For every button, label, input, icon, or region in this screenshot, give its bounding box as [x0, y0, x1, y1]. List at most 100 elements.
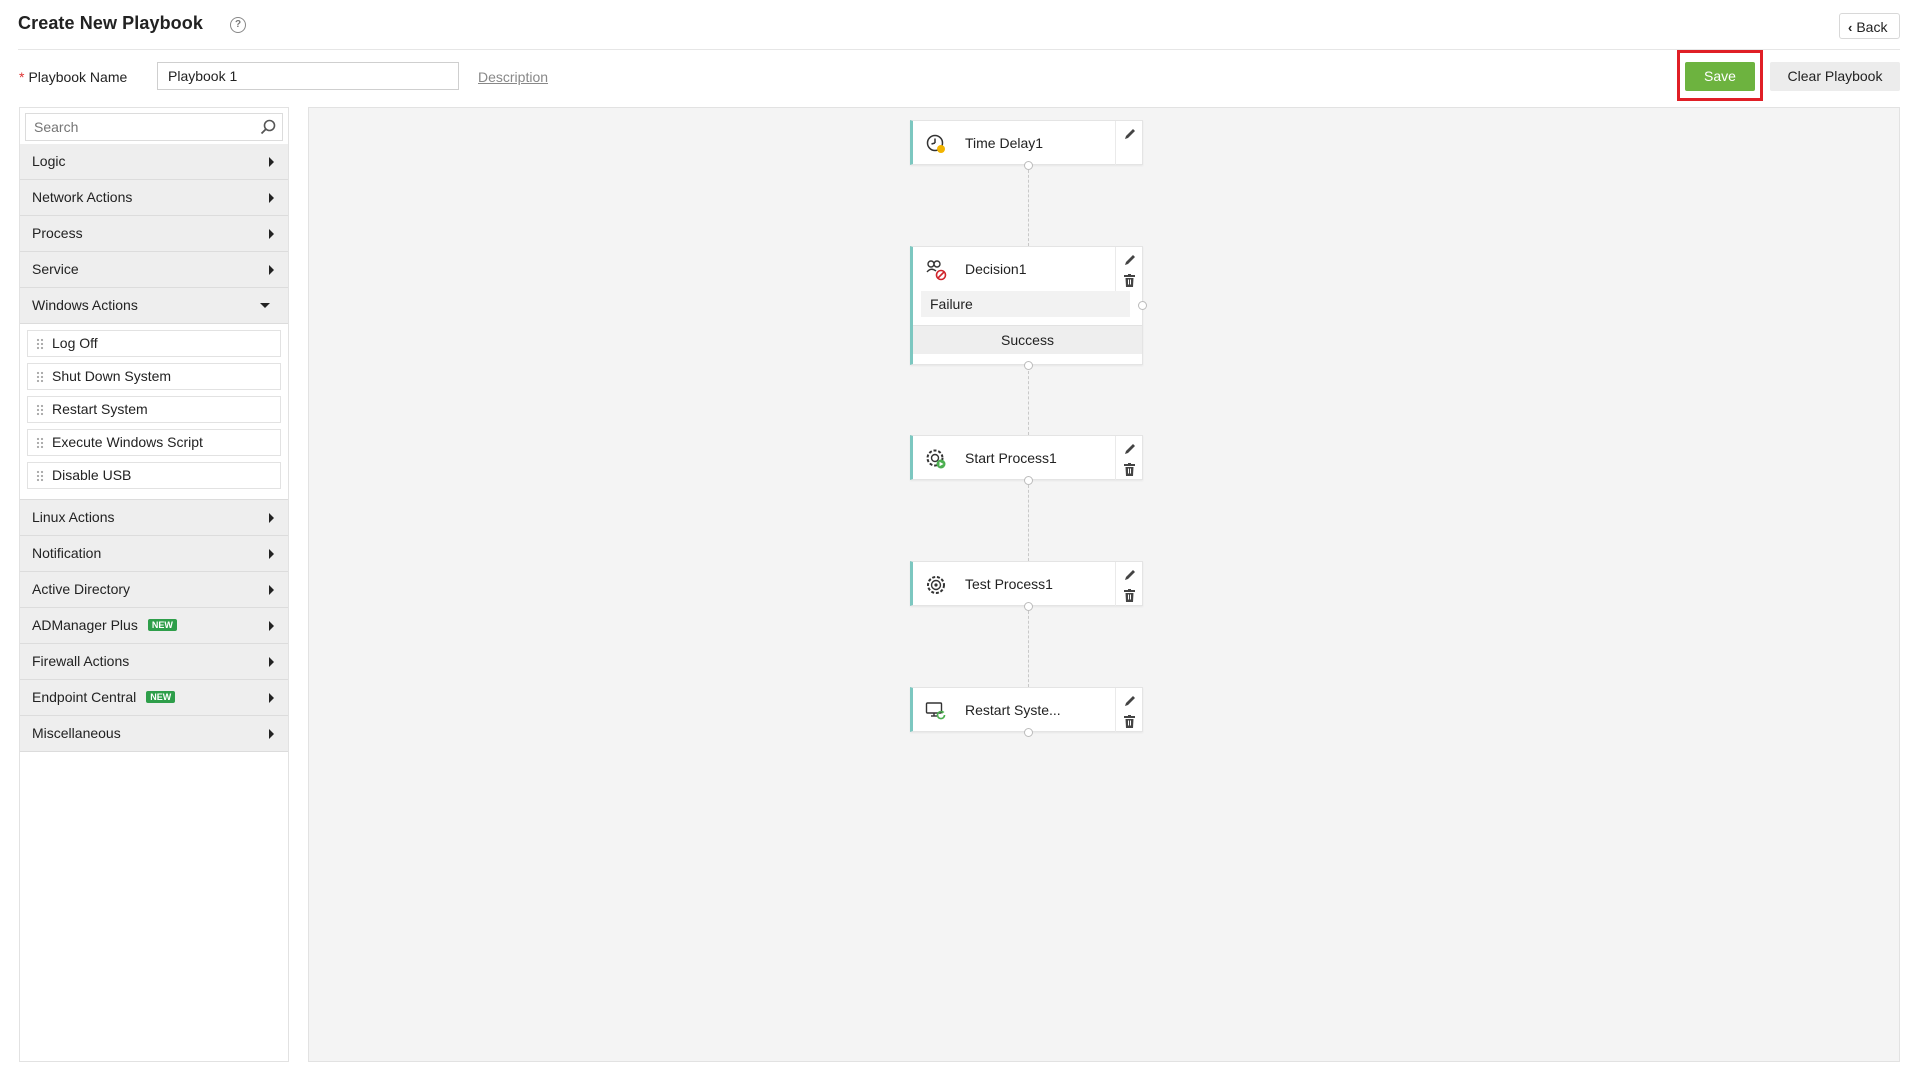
category-endpoint-central[interactable]: Endpoint Central NEW [20, 680, 288, 716]
category-label: ADManager Plus [32, 617, 138, 633]
action-restart-system[interactable]: Restart System [27, 396, 281, 423]
category-miscellaneous[interactable]: Miscellaneous [20, 716, 288, 752]
chevron-left-icon: ‹ [1848, 20, 1853, 35]
drag-handle-icon[interactable] [36, 371, 44, 383]
monitor-restart-icon [925, 702, 946, 720]
node-title: Start Process1 [965, 450, 1057, 466]
edit-pencil-icon[interactable] [1123, 568, 1137, 582]
back-label: Back [1856, 19, 1888, 35]
caret-right-icon [269, 621, 274, 631]
category-linux-actions[interactable]: Linux Actions [20, 500, 288, 536]
category-active-directory[interactable]: Active Directory [20, 572, 288, 608]
category-service[interactable]: Service [20, 252, 288, 288]
connector-line [1028, 170, 1029, 246]
node-title: Time Delay1 [965, 135, 1044, 151]
category-label: Firewall Actions [32, 653, 130, 669]
node-port[interactable] [1024, 476, 1033, 485]
node-tools [1115, 121, 1142, 165]
node-decision[interactable]: Decision1 Failure Success [910, 246, 1143, 365]
node-start-process[interactable]: Start Process1 [910, 435, 1143, 480]
category-notification[interactable]: Notification [20, 536, 288, 572]
category-label: Endpoint Central [32, 689, 137, 705]
description-link[interactable]: Description [478, 69, 548, 85]
action-label: Disable USB [52, 467, 132, 483]
node-time-delay[interactable]: Time Delay1 [910, 120, 1143, 165]
new-badge: NEW [147, 619, 177, 632]
category-process[interactable]: Process [20, 216, 288, 252]
search-box [25, 113, 283, 141]
category-label: Miscellaneous [32, 725, 121, 741]
node-test-process[interactable]: Test Process1 [910, 561, 1143, 606]
windows-actions-list: Log Off Shut Down System Restart System … [20, 324, 288, 500]
trash-icon[interactable] [1124, 274, 1135, 287]
category-logic[interactable]: Logic [20, 144, 288, 180]
caret-down-icon [260, 303, 270, 308]
category-label: Active Directory [32, 581, 131, 597]
save-button[interactable]: Save [1685, 62, 1755, 91]
node-title: Test Process1 [965, 576, 1053, 592]
failure-port[interactable] [1138, 301, 1147, 310]
search-icon[interactable] [260, 119, 276, 135]
action-execute-windows-script[interactable]: Execute Windows Script [27, 429, 281, 456]
caret-right-icon [269, 513, 274, 523]
drag-handle-icon[interactable] [36, 437, 44, 449]
drag-handle-icon[interactable] [36, 338, 44, 350]
caret-right-icon [269, 229, 274, 239]
node-port[interactable] [1024, 728, 1033, 737]
gear-icon [927, 576, 945, 594]
caret-right-icon [269, 549, 274, 559]
action-disable-usb[interactable]: Disable USB [27, 462, 281, 489]
branch-success: Success [913, 325, 1142, 354]
category-list: Logic Network Actions Process Service Wi… [20, 144, 288, 752]
header-divider [18, 49, 1900, 50]
node-port[interactable] [1024, 361, 1033, 370]
category-label: Network Actions [32, 189, 133, 205]
category-windows-actions[interactable]: Windows Actions [20, 288, 288, 324]
caret-right-icon [269, 657, 274, 667]
caret-right-icon [269, 729, 274, 739]
node-tools [1115, 436, 1142, 480]
action-label: Shut Down System [52, 368, 172, 384]
category-firewall-actions[interactable]: Firewall Actions [20, 644, 288, 680]
category-network-actions[interactable]: Network Actions [20, 180, 288, 216]
help-icon[interactable]: ? [230, 17, 246, 33]
gear-play-icon [926, 449, 946, 469]
playbook-name-input[interactable] [157, 62, 459, 90]
edit-pencil-icon[interactable] [1123, 694, 1137, 708]
node-tools [1115, 247, 1142, 291]
caret-right-icon [269, 193, 274, 203]
action-shut-down-system[interactable]: Shut Down System [27, 363, 281, 390]
category-label: Service [32, 261, 79, 277]
edit-pencil-icon[interactable] [1123, 253, 1137, 267]
category-label: Windows Actions [32, 297, 138, 313]
caret-right-icon [269, 693, 274, 703]
action-log-off[interactable]: Log Off [27, 330, 281, 357]
search-input[interactable] [26, 114, 262, 140]
decision-icon [926, 260, 947, 281]
trash-icon[interactable] [1124, 715, 1135, 728]
clock-icon [926, 134, 945, 153]
drag-handle-icon[interactable] [36, 470, 44, 482]
connector-line [1028, 611, 1029, 687]
node-tools [1115, 688, 1142, 732]
node-port[interactable] [1024, 161, 1033, 170]
back-button[interactable]: ‹ Back [1839, 13, 1900, 39]
node-restart-system[interactable]: Restart Syste... [910, 687, 1143, 732]
trash-icon[interactable] [1124, 589, 1135, 602]
playbook-name-label: * Playbook Name [19, 69, 127, 85]
category-admanager-plus[interactable]: ADManager Plus NEW [20, 608, 288, 644]
node-port[interactable] [1024, 602, 1033, 611]
edit-pencil-icon[interactable] [1123, 127, 1137, 141]
clear-playbook-button[interactable]: Clear Playbook [1770, 62, 1900, 91]
caret-right-icon [269, 265, 274, 275]
action-label: Execute Windows Script [52, 434, 203, 450]
drag-handle-icon[interactable] [36, 404, 44, 416]
node-title: Restart Syste... [965, 702, 1061, 718]
trash-icon[interactable] [1124, 463, 1135, 476]
branch-failure: Failure [921, 291, 1130, 317]
category-label: Logic [32, 153, 66, 169]
caret-right-icon [269, 157, 274, 167]
edit-pencil-icon[interactable] [1123, 442, 1137, 456]
action-label: Log Off [52, 335, 98, 351]
action-label: Restart System [52, 401, 148, 417]
